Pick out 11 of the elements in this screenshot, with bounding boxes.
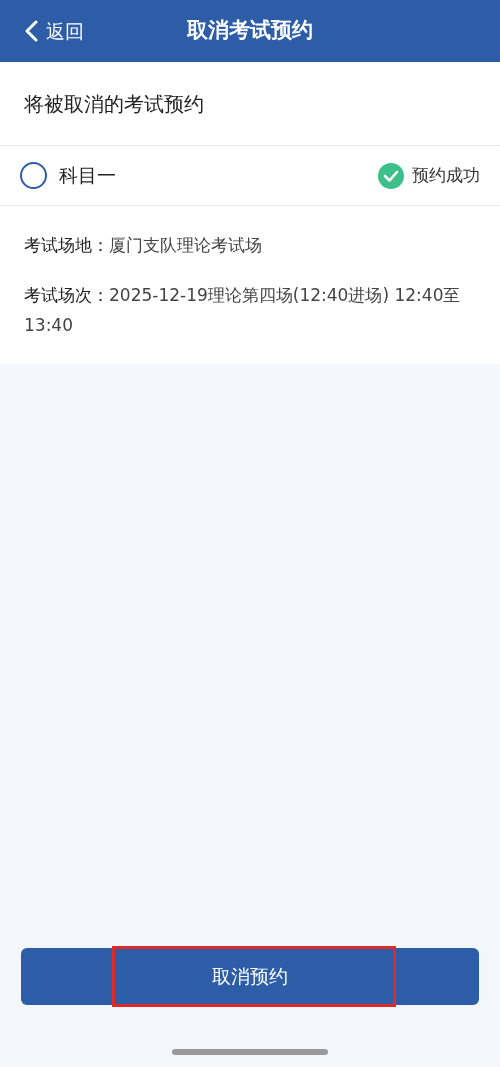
subject-name: 科目一 bbox=[59, 163, 116, 189]
back-button[interactable]: 返回 bbox=[0, 16, 84, 46]
detail-text: 考试场次：2025-12-19理论第四场(12:40进场) 12:40至13:40 bbox=[24, 284, 462, 337]
back-icon bbox=[24, 20, 38, 42]
detail-text: 考试场地：厦门支队理论考试场 bbox=[24, 234, 263, 257]
cancel-button[interactable]: 取消预约 bbox=[21, 948, 479, 1005]
page-title: 取消考试预约 bbox=[187, 17, 313, 45]
status-text: 预约成功 bbox=[412, 163, 480, 187]
check-icon bbox=[378, 162, 404, 189]
radio-button[interactable] bbox=[20, 162, 47, 189]
section-title: 将被取消的考试预约 bbox=[24, 90, 204, 118]
